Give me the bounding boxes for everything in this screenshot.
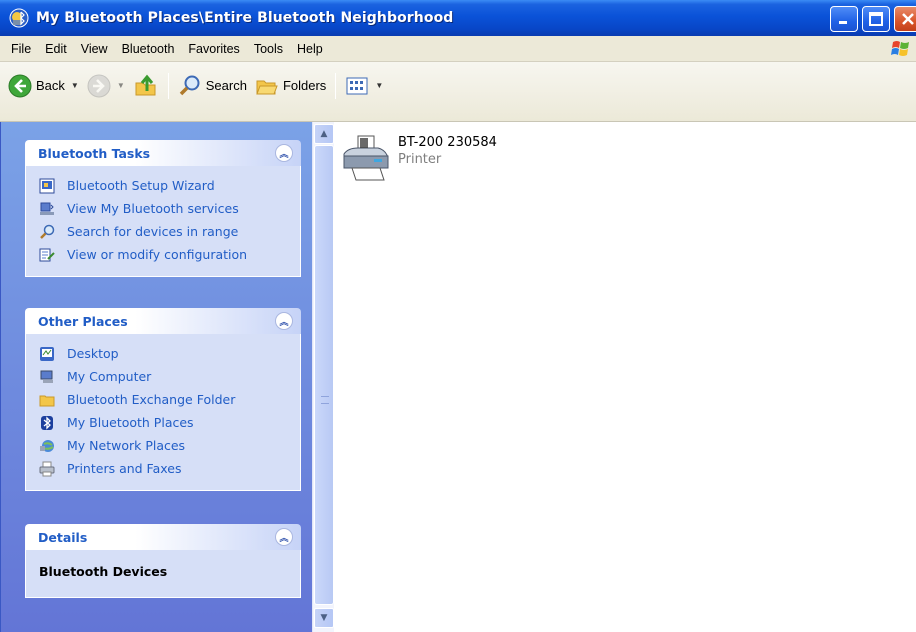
windows-logo-icon <box>891 41 909 56</box>
views-icon <box>346 77 368 94</box>
task-view-modify-configuration[interactable]: View or modify configuration <box>39 243 292 266</box>
back-label: Back <box>36 78 65 93</box>
other-places-header[interactable]: Other Places ︽ <box>25 308 301 334</box>
config-icon <box>39 248 55 261</box>
other-places-title: Other Places <box>38 313 128 329</box>
network-icon <box>40 439 54 452</box>
bluetooth-tasks-title: Bluetooth Tasks <box>38 145 151 161</box>
wizard-icon <box>39 178 55 193</box>
minimize-button[interactable] <box>830 6 858 32</box>
bluetooth-tasks-panel: Bluetooth Tasks ︽ Bluetooth Setup Wizard <box>25 140 301 277</box>
toolbar-separator <box>167 72 169 99</box>
details-header[interactable]: Details ︽ <box>25 524 301 550</box>
search-label: Search <box>205 78 247 93</box>
views-dropdown-icon[interactable]: ▼ <box>375 81 383 90</box>
menu-bluetooth[interactable]: Bluetooth <box>115 42 182 56</box>
scroll-down-button[interactable]: ▼ <box>314 608 334 628</box>
search-icon <box>179 75 200 95</box>
device-item[interactable]: BT-200 230584 Printer <box>338 134 497 184</box>
back-dropdown-icon[interactable]: ▼ <box>71 81 79 90</box>
menu-view[interactable]: View <box>74 42 115 56</box>
collapse-chevron-icon[interactable]: ︽ <box>275 144 293 162</box>
views-button[interactable]: ▼ <box>341 71 387 101</box>
menu-edit[interactable]: Edit <box>38 42 74 56</box>
scroll-up-button[interactable]: ▲ <box>314 124 334 144</box>
details-title: Details <box>38 529 88 545</box>
desktop-icon <box>40 346 54 361</box>
back-arrow-icon <box>8 74 32 97</box>
other-places-panel: Other Places ︽ Desktop My Computer Bluet… <box>25 308 301 491</box>
bluetooth-icon <box>41 415 53 430</box>
forward-dropdown-icon[interactable]: ▼ <box>117 81 125 90</box>
maximize-icon <box>869 12 883 26</box>
services-icon <box>40 202 54 215</box>
task-bluetooth-setup-wizard[interactable]: Bluetooth Setup Wizard <box>39 174 292 197</box>
minimize-icon <box>839 21 847 24</box>
close-button[interactable] <box>894 6 916 32</box>
back-button[interactable]: Back ▼ <box>4 71 83 101</box>
device-name: BT-200 230584 <box>398 135 497 150</box>
toolbar-separator <box>335 72 337 99</box>
search-icon <box>40 224 55 239</box>
folders-label: Folders <box>282 78 327 93</box>
place-my-network-places[interactable]: My Network Places <box>39 434 292 457</box>
task-pane: Bluetooth Tasks ︽ Bluetooth Setup Wizard <box>0 122 312 632</box>
other-places-body: Desktop My Computer Bluetooth Exchange F… <box>25 334 301 491</box>
scroll-grip <box>321 396 329 404</box>
title-bar: My Bluetooth Places\Entire Bluetooth Nei… <box>0 0 916 36</box>
explorer-main: Bluetooth Tasks ︽ Bluetooth Setup Wizard <box>0 122 916 632</box>
details-heading: Bluetooth Devices <box>39 564 168 579</box>
menu-help[interactable]: Help <box>290 42 330 56</box>
task-pane-scrollbar[interactable]: ▲ ▼ <box>312 122 334 632</box>
maximize-button[interactable] <box>862 6 890 32</box>
device-type: Printer <box>398 152 442 167</box>
place-desktop[interactable]: Desktop <box>39 342 292 365</box>
menu-bar: File Edit View Bluetooth Favorites Tools… <box>0 36 916 62</box>
close-icon <box>902 13 914 25</box>
task-search-devices[interactable]: Search for devices in range <box>39 220 292 243</box>
place-printers-and-faxes[interactable]: Printers and Faxes <box>39 457 292 480</box>
up-folder-icon <box>135 74 156 95</box>
content-view: BT-200 230584 Printer <box>334 122 916 632</box>
folder-icon <box>39 395 55 406</box>
menu-file[interactable]: File <box>4 42 38 56</box>
task-view-bluetooth-services[interactable]: View My Bluetooth services <box>39 197 292 220</box>
details-panel: Details ︽ Bluetooth Devices <box>25 524 301 598</box>
computer-icon <box>40 370 53 383</box>
place-bluetooth-exchange-folder[interactable]: Bluetooth Exchange Folder <box>39 388 292 411</box>
folders-icon <box>256 80 278 94</box>
search-button[interactable]: Search <box>174 71 251 101</box>
details-body: Bluetooth Devices <box>25 550 301 598</box>
standard-toolbar: Back ▼ ▼ Search Folders ▼ <box>0 62 916 122</box>
bluetooth-tasks-body: Bluetooth Setup Wizard View My Bluetooth… <box>25 166 301 277</box>
folders-button[interactable]: Folders <box>251 71 330 101</box>
collapse-chevron-icon[interactable]: ︽ <box>275 528 293 546</box>
up-folder-button[interactable] <box>129 71 163 101</box>
place-my-computer[interactable]: My Computer <box>39 365 292 388</box>
printer-icon <box>39 461 55 476</box>
forward-arrow-icon <box>87 74 111 97</box>
forward-button[interactable]: ▼ <box>83 71 129 101</box>
menu-tools[interactable]: Tools <box>247 42 290 56</box>
printer-icon <box>343 135 389 181</box>
bluetooth-tasks-header[interactable]: Bluetooth Tasks ︽ <box>25 140 301 166</box>
menu-favorites[interactable]: Favorites <box>181 42 246 56</box>
place-my-bluetooth-places[interactable]: My Bluetooth Places <box>39 411 292 434</box>
window-title: My Bluetooth Places\Entire Bluetooth Nei… <box>36 10 454 26</box>
scroll-thumb[interactable] <box>314 145 334 605</box>
bluetooth-places-icon <box>9 8 29 28</box>
collapse-chevron-icon[interactable]: ︽ <box>275 312 293 330</box>
